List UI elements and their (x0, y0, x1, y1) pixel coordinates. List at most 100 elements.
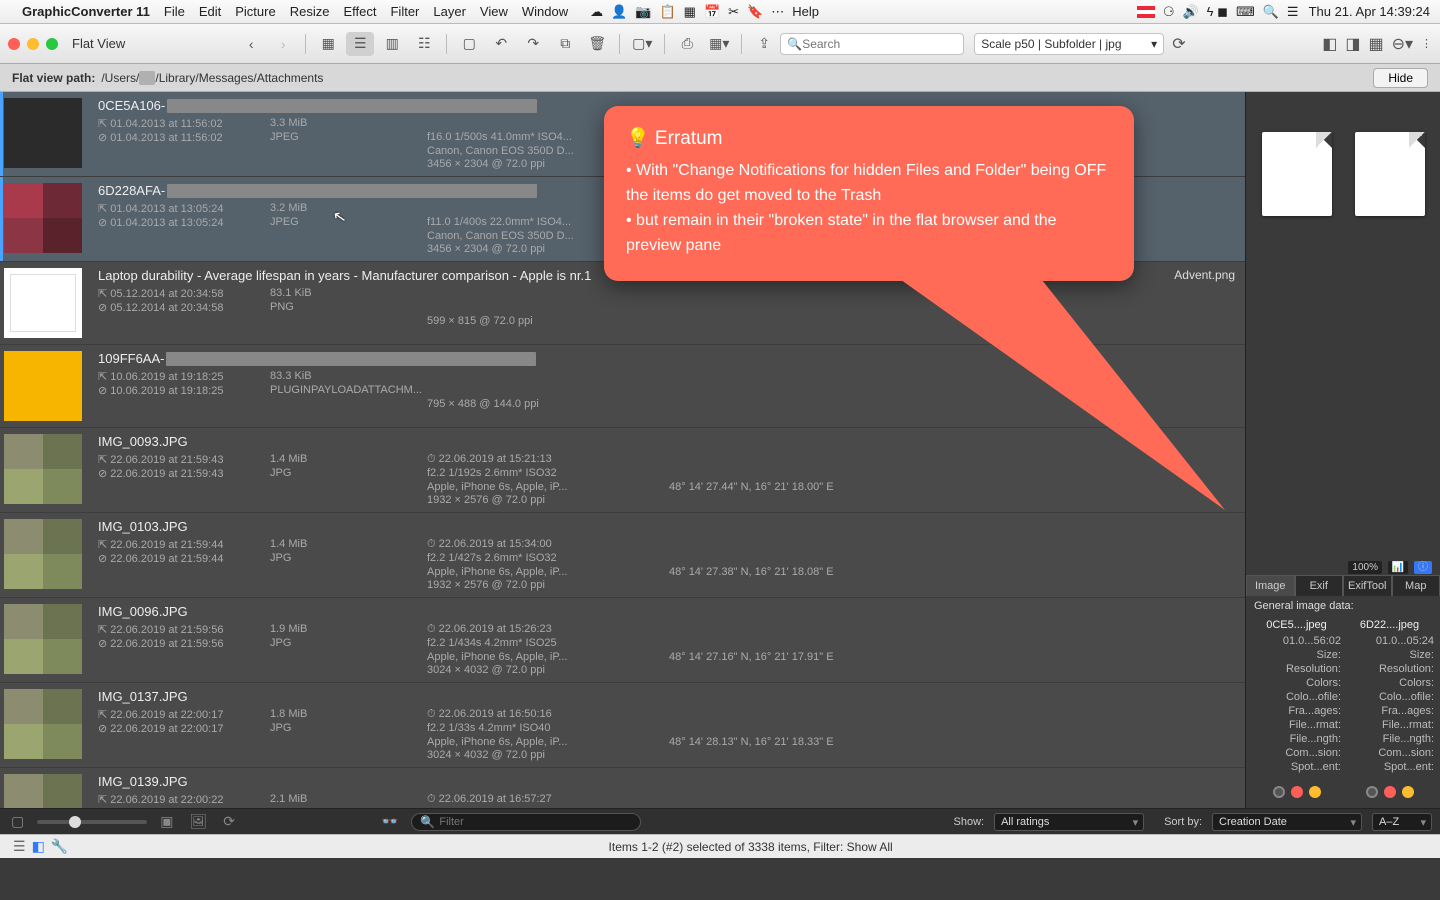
view-column-button[interactable]: ▥ (378, 32, 406, 56)
trash-button[interactable]: 🗑 (583, 32, 611, 56)
window-icon[interactable]: ▦ (684, 4, 696, 20)
zoom-in-icon[interactable]: ▣ (160, 813, 173, 830)
rotate-left-button[interactable]: ↶ (487, 32, 515, 56)
minimize-window-button[interactable] (27, 38, 39, 50)
filter-input[interactable] (439, 816, 632, 828)
spotlight-icon[interactable]: 🔍 (1263, 4, 1279, 20)
toolbar-search[interactable]: 🔍 (780, 33, 964, 55)
control-center-icon[interactable]: ☰ (1287, 4, 1299, 20)
info-filename: 6D22....jpeg (1345, 618, 1434, 632)
cloud-icon[interactable]: ☁ (590, 4, 603, 20)
hide-pathbar-button[interactable]: Hide (1373, 68, 1428, 88)
clipboard-icon[interactable]: 📋 (659, 4, 675, 20)
menu-file[interactable]: File (164, 4, 185, 19)
user-icon[interactable]: 👤 (611, 4, 627, 20)
nav-forward-button[interactable]: › (269, 32, 297, 56)
file-row[interactable]: IMG_0096.JPG⇱ 22.06.2019 at 21:59:561.9 … (0, 598, 1245, 683)
toggle-sidebar-button[interactable]: ◧ (1322, 34, 1337, 54)
volume-icon[interactable]: 🔊 (1182, 4, 1198, 20)
menu-edit[interactable]: Edit (199, 4, 221, 19)
file-row[interactable]: IMG_0093.JPG⇱ 22.06.2019 at 21:59:431.4 … (0, 428, 1245, 513)
file-row[interactable]: IMG_0137.JPG⇱ 22.06.2019 at 22:00:171.8 … (0, 683, 1245, 768)
general-image-data-label: General image data: (1246, 596, 1440, 616)
toggle-panels-button[interactable]: ▦ (1368, 34, 1383, 54)
menu-filter[interactable]: Filter (390, 4, 419, 19)
label-red[interactable] (1384, 786, 1396, 798)
battery-icon[interactable]: ϟ ◼ (1207, 4, 1228, 20)
new-folder-button[interactable]: ▢▾ (628, 32, 656, 56)
sort-direction[interactable]: A–Z (1372, 813, 1432, 831)
info-icon[interactable]: ⓘ (1414, 561, 1432, 574)
file-name: IMG_0096.JPG (98, 604, 1235, 619)
panel-icon[interactable]: ◧ (32, 838, 45, 855)
thumbnail-size-slider[interactable] (37, 820, 147, 824)
label-yellow[interactable] (1402, 786, 1414, 798)
file-row[interactable]: IMG_0139.JPG⇱ 22.06.2019 at 22:00:222.1 … (0, 768, 1245, 808)
window-controls (8, 38, 58, 50)
camera-icon[interactable]: 📷 (635, 4, 651, 20)
preview-thumb-1[interactable] (1262, 132, 1332, 216)
gps-info: 48° 14' 28.13" N, 16° 21' 18.33" E (669, 736, 859, 748)
nav-back-button[interactable]: ‹ (237, 32, 265, 56)
settings-dropdown-button[interactable]: ⊖▾ (1392, 34, 1413, 54)
keyboard-icon[interactable]: ⌨ (1236, 4, 1255, 20)
view-grid-button[interactable]: ▦ (314, 32, 342, 56)
hammer-icon[interactable]: ✂ (728, 4, 739, 20)
grid-settings-button[interactable]: ▦▾ (705, 32, 733, 56)
crop-button[interactable]: ⧉ (551, 32, 579, 56)
label-none[interactable] (1366, 786, 1378, 798)
tab-exiftool[interactable]: ExifTool (1343, 575, 1392, 596)
view-list-button[interactable]: ☰ (346, 32, 374, 56)
flag-icon[interactable] (1137, 6, 1155, 18)
menu-help[interactable]: Help (792, 4, 819, 19)
zoom-badge[interactable]: 100% (1348, 561, 1382, 574)
file-row[interactable]: IMG_0103.JPG⇱ 22.06.2019 at 21:59:441.4 … (0, 513, 1245, 598)
share-button[interactable]: ⇪ (750, 32, 778, 56)
sync-icon[interactable]: ⟳ (223, 813, 235, 830)
zoom-out-icon[interactable]: ▢ (11, 813, 24, 830)
slideshow-button[interactable]: ▢ (455, 32, 483, 56)
show-dropdown[interactable]: All ratings (994, 813, 1144, 831)
menu-picture[interactable]: Picture (235, 4, 275, 19)
tab-exif[interactable]: Exif (1295, 575, 1344, 596)
file-row[interactable]: 109FF6AA-⇱ 10.06.2019 at 19:18:2583.3 Ki… (0, 345, 1245, 428)
label-yellow[interactable] (1309, 786, 1321, 798)
tag-icon[interactable]: 🔖 (747, 4, 763, 20)
search-input[interactable] (802, 37, 957, 51)
menu-resize[interactable]: Resize (290, 4, 330, 19)
tool-icon[interactable]: 🔧 (51, 838, 68, 855)
wifi-icon[interactable]: ⚆ (1163, 4, 1175, 20)
file-name: IMG_0137.JPG (98, 689, 1235, 704)
menubar-clock[interactable]: Thu 21. Apr 14:39:24 (1309, 4, 1430, 19)
file-size: 83.1 KiB (270, 287, 395, 300)
refresh-button[interactable]: ⟳ (1172, 34, 1185, 54)
file-extension-label: Advent.png (1174, 268, 1235, 282)
menu-window[interactable]: Window (522, 4, 568, 19)
rotate-right-button[interactable]: ↷ (519, 32, 547, 56)
dots-icon[interactable]: ⋯ (771, 4, 784, 20)
filter-field[interactable]: 🔍 (411, 813, 641, 831)
close-window-button[interactable] (8, 38, 20, 50)
list-icon[interactable]: ☰ (13, 838, 26, 855)
zoom-window-button[interactable] (46, 38, 58, 50)
menu-effect[interactable]: Effect (343, 4, 376, 19)
scale-dropdown[interactable]: Scale p50 | Subfolder | jpg▾ (974, 33, 1164, 55)
tab-image[interactable]: Image (1246, 575, 1295, 596)
menu-layer[interactable]: Layer (433, 4, 466, 19)
calendar-icon[interactable]: 📅 (704, 4, 720, 20)
label-red[interactable] (1291, 786, 1303, 798)
file-thumbnail (4, 98, 82, 168)
label-none[interactable] (1273, 786, 1285, 798)
app-name[interactable]: GraphicConverter 11 (22, 4, 150, 19)
more-button[interactable]: ⋮ (1421, 37, 1432, 50)
histogram-icon[interactable]: 📊 (1388, 561, 1408, 574)
glasses-icon[interactable]: 👓 (381, 813, 398, 830)
sort-dropdown[interactable]: Creation Date (1212, 813, 1362, 831)
image-icon[interactable]: 🖼 (189, 813, 207, 830)
menu-view[interactable]: View (480, 4, 508, 19)
print-button[interactable]: ⎙ (673, 32, 701, 56)
view-gallery-button[interactable]: ☷ (410, 32, 438, 56)
tab-map[interactable]: Map (1392, 575, 1440, 596)
preview-thumb-2[interactable] (1355, 132, 1425, 216)
toggle-preview-button[interactable]: ◨ (1345, 34, 1360, 54)
